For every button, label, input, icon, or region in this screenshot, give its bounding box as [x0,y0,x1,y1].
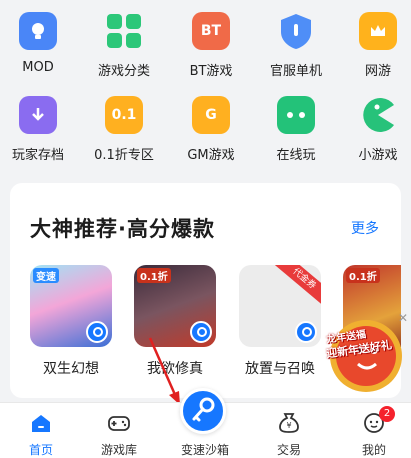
game-thumbnail: 0.1折 [134,265,216,347]
game-name: 我欲修真 [147,361,203,377]
game-tag: 变速 [33,268,59,283]
category-discount[interactable]: 0.1 0.1折专区 [86,90,162,166]
category-row-1: MOD 游戏分类 BT BT游戏 官服单机 网游 [0,6,411,86]
speed-sandbox-button[interactable] [180,388,226,434]
game-tag: 0.1折 [137,268,171,283]
bt-icon-text: BT [200,23,222,39]
game-item[interactable]: 代金券 放置与召唤 [239,265,321,385]
tab-label: 我的 [361,443,386,457]
promo-widget[interactable]: ✕ 龙年送福 迎新年送好礼 [320,298,411,398]
game-item[interactable]: 变速 双生幻想 [30,265,112,385]
speed-icon [86,321,108,343]
tab-home[interactable]: 首页 [0,403,82,458]
notification-badge: 2 [379,406,395,422]
tab-label: 变速沙箱 [180,443,229,457]
category-label: 玩家存档 [11,148,64,163]
category-label: BT游戏 [189,64,233,79]
category-play-online[interactable]: 在线玩 [258,90,334,166]
game-thumbnail: 代金券 [239,265,321,347]
game-thumbnail: 变速 [30,265,112,347]
category-label: 0.1折专区 [94,148,154,163]
more-link[interactable]: 更多 [351,218,379,238]
category-mini-games[interactable]: 小游戏 [340,90,411,166]
category-grid-icon [105,12,143,50]
tab-label: 游戏库 [100,443,137,457]
archive-icon [19,96,57,134]
bt-icon: BT [192,12,230,50]
speed-icon [295,321,317,343]
lightbulb-icon [19,12,57,50]
category-label: MOD [22,60,54,75]
recommend-title: 大神推荐·高分爆款 [30,217,215,241]
category-row-2: 玩家存档 0.1 0.1折专区 G GM游戏 在线玩 小游戏 [0,90,411,170]
game-name: 放置与召唤 [245,361,315,377]
close-icon[interactable]: ✕ [397,312,409,324]
speed-icon [190,321,212,343]
gamepad-icon [277,96,315,134]
category-official[interactable]: 官服单机 [258,6,334,82]
game-item[interactable]: 0.1折 我欲修真 [134,265,216,385]
category-label: 小游戏 [358,148,398,163]
tab-label: 首页 [28,443,53,457]
tab-label: 交易 [276,443,301,457]
key-icon [192,397,215,422]
gamepad-icon [108,416,130,431]
category-label: 游戏分类 [97,64,150,79]
tab-trade[interactable]: ¥ 交易 [248,403,330,458]
game-tag: 0.1折 [346,268,380,283]
home-icon [32,415,50,432]
category-online-games[interactable]: 网游 [340,6,411,82]
game-tag: 代金券 [272,265,321,308]
money-bag-icon: ¥ [279,413,299,433]
category-label: 网游 [364,64,391,79]
category-grid: MOD 游戏分类 BT BT游戏 官服单机 网游 玩家存档 0.1 0.1折专区… [0,0,411,172]
category-saves[interactable]: 玩家存档 [0,90,76,166]
gm-icon: G [192,96,230,134]
crown-icon [359,12,397,50]
pacman-icon [359,96,397,134]
discount-icon: 0.1 [105,96,143,134]
discount-icon-text: 0.1 [111,107,137,123]
shield-icon [277,12,315,50]
tab-game-library[interactable]: 游戏库 [78,403,160,458]
gm-icon-text: G [205,107,217,123]
game-name: 双生幻想 [43,361,99,377]
category-game-types[interactable]: 游戏分类 [86,6,162,82]
category-label: GM游戏 [187,148,235,163]
category-bt[interactable]: BT BT游戏 [173,6,249,82]
category-gm[interactable]: G GM游戏 [173,90,249,166]
tab-me[interactable]: 2 我的 [333,403,411,458]
category-mod[interactable]: MOD [0,6,76,82]
svg-text:¥: ¥ [286,421,291,430]
